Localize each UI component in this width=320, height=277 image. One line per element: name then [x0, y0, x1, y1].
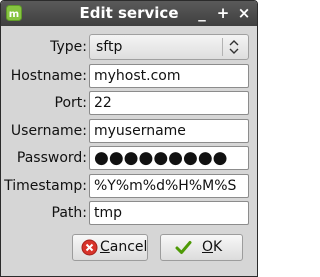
username-label: Username: — [10, 123, 87, 139]
cancel-mnemonic: C — [100, 239, 110, 255]
username-field[interactable]: myusername — [89, 119, 249, 143]
close-button[interactable]: × — [235, 4, 253, 22]
path-label: Path: — [51, 205, 87, 221]
path-field[interactable]: tmp — [89, 201, 249, 225]
select-separator — [222, 38, 223, 56]
password-label: Password: — [16, 150, 87, 166]
edit-service-dialog: m Edit service _ + × Type: sftp Hostname… — [0, 0, 258, 277]
password-field[interactable]: ●●●●●●●●● — [89, 146, 249, 170]
select-arrows-icon — [229, 40, 239, 54]
hostname-field[interactable]: myhost.com — [89, 64, 249, 88]
cancel-button[interactable]: Cancel — [72, 234, 148, 261]
cancel-label: Cancel — [100, 235, 147, 260]
hostname-label: Hostname: — [10, 68, 87, 84]
minimize-button[interactable]: _ — [193, 4, 211, 22]
type-select[interactable]: sftp — [89, 34, 249, 60]
timestamp-label: Timestamp: — [4, 178, 87, 194]
port-label: Port: — [54, 95, 87, 111]
checkmark-icon — [175, 241, 192, 254]
ok-label: OK — [202, 235, 222, 260]
cancel-label-rest: ancel — [109, 239, 148, 255]
ok-button[interactable]: OK — [160, 234, 243, 261]
title-bar[interactable]: m Edit service _ + × — [1, 1, 257, 26]
type-label: Type: — [50, 39, 87, 55]
timestamp-field[interactable]: %Y%m%d%H%M%S — [89, 174, 249, 198]
maximize-button[interactable]: + — [214, 4, 232, 22]
ok-label-rest: K — [213, 239, 223, 255]
cancel-icon — [81, 239, 98, 256]
ok-mnemonic: O — [202, 239, 214, 255]
type-select-value: sftp — [96, 39, 123, 55]
port-field[interactable]: 22 — [89, 91, 249, 115]
